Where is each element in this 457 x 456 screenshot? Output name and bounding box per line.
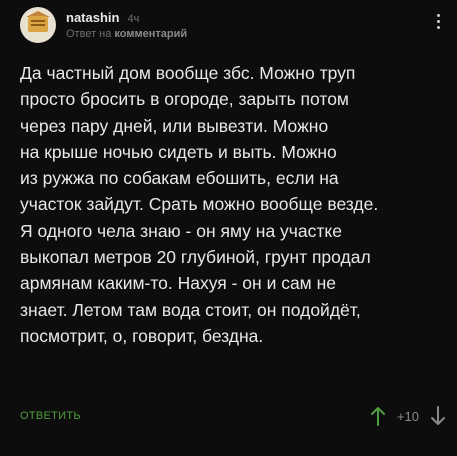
comment-text-line: через пару дней, или вывезти. Можно xyxy=(20,115,329,136)
menu-dot xyxy=(436,20,440,23)
meta-top-row: natashin 4ч xyxy=(66,10,187,25)
menu-dot xyxy=(436,26,440,29)
reply-to-prefix: Ответ на xyxy=(66,28,112,40)
comment-text-line: армянам каким-то. Нахуя - он и сам не xyxy=(20,273,336,294)
comment-footer: ОТВЕТИТЬ +10 xyxy=(20,404,445,428)
rating-count: +10 xyxy=(396,408,419,424)
comment-text-line: участок зайдут. Срать можно вообще везде… xyxy=(20,194,379,215)
comment-text-line: просто бросить в огороде, зарыть потом xyxy=(20,89,349,110)
reply-to-line: Ответ на комментарий xyxy=(66,28,187,40)
vote-controls: +10 xyxy=(370,406,445,426)
comment-text-line: выкопал метров 20 глубиной, грунт продал xyxy=(20,247,371,268)
comment-time: 4ч xyxy=(127,13,140,25)
comment-text-line: Я одного чела знаю - он яму на участке xyxy=(20,220,343,241)
avatar[interactable] xyxy=(20,7,56,43)
comment-text: Да частный дом вообще збс. Можно труп пр… xyxy=(20,60,445,349)
more-vertical-icon[interactable] xyxy=(435,14,441,29)
comment-text-line: из ружжа по собакам ебошить, если на xyxy=(20,168,339,189)
comment-card: natashin 4ч Ответ на комментарий Да част… xyxy=(0,0,457,456)
avatar-house-shape xyxy=(28,16,48,32)
comment-text-line: на крыше ночью сидеть и выть. Можно xyxy=(20,141,337,162)
comment-text-line: знает. Летом там вода стоит, он подойдёт… xyxy=(20,299,361,320)
comment-meta: natashin 4ч Ответ на комментарий xyxy=(66,10,187,40)
arrow-down-icon[interactable] xyxy=(431,406,445,426)
reply-to-link[interactable]: комментарий xyxy=(114,28,187,40)
arrow-up-icon[interactable] xyxy=(370,406,385,426)
comment-text-line: Да частный дом вообще збс. Можно труп xyxy=(20,63,356,83)
comment-text-line: посмотрит, о, говорит, бездна. xyxy=(20,325,264,346)
reply-button[interactable]: ОТВЕТИТЬ xyxy=(20,410,81,422)
author-name[interactable]: natashin xyxy=(66,10,119,25)
comment-header: natashin 4ч Ответ на комментарий xyxy=(20,7,187,43)
menu-dot xyxy=(436,14,440,17)
